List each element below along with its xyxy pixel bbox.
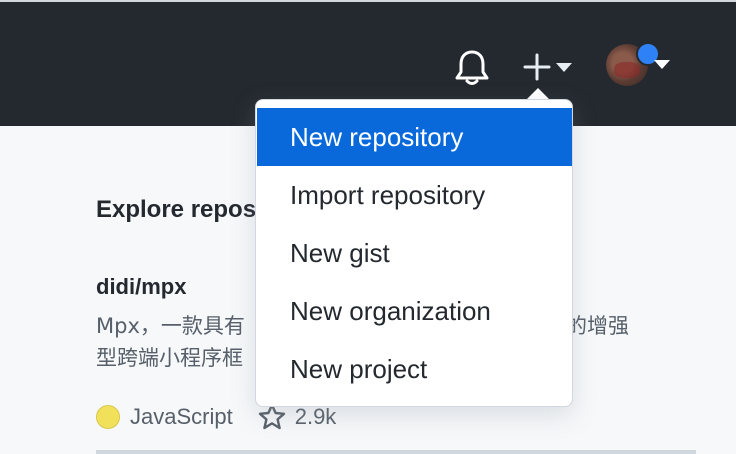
bell-icon xyxy=(455,50,489,85)
notifications-button[interactable] xyxy=(454,48,490,88)
plus-icon xyxy=(523,53,551,81)
menu-item-import-repository[interactable]: Import repository xyxy=(257,166,572,224)
divider xyxy=(96,450,696,454)
explore-heading: Explore repositories xyxy=(96,196,266,223)
language-color-dot xyxy=(96,405,120,429)
user-menu-button[interactable] xyxy=(604,42,674,90)
window-edge xyxy=(0,0,736,2)
create-dropdown-menu: New repository Import repository New gis… xyxy=(255,99,573,407)
triangle-down-icon xyxy=(654,60,670,69)
menu-item-new-gist[interactable]: New gist xyxy=(257,224,572,282)
repo-language: JavaScript xyxy=(130,404,233,429)
repo-description-part: Mpx，一款具有 xyxy=(96,314,245,338)
create-new-button[interactable] xyxy=(518,50,578,84)
repo-description-part: 的增强 xyxy=(566,314,629,338)
star-count[interactable]: 2.9k xyxy=(295,404,337,430)
menu-item-new-project[interactable]: New project xyxy=(257,340,572,398)
repo-link[interactable]: didi/mpx xyxy=(96,274,186,300)
menu-item-new-repository[interactable]: New repository xyxy=(257,108,572,166)
menu-item-new-organization[interactable]: New organization xyxy=(257,282,572,340)
triangle-down-icon xyxy=(556,63,572,72)
